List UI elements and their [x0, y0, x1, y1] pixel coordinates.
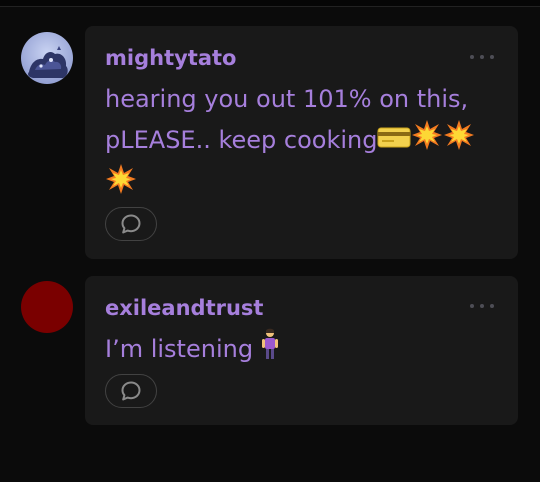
speech-bubble-icon [121, 214, 141, 234]
speech-bubble-icon [121, 381, 141, 401]
comment-card: exileandtrust I’m listening [85, 276, 518, 425]
comment-text: I’m listening [105, 328, 505, 372]
reply-button[interactable] [105, 374, 157, 408]
comment-text-content: I’m listening [105, 335, 254, 363]
more-options-icon[interactable] [470, 300, 494, 312]
comment-text: hearing you out 101% on this, pLEASE.. k… [105, 79, 505, 207]
person-standing-emoji-icon [261, 328, 279, 372]
avatar[interactable] [21, 281, 73, 333]
collision-emoji-icon [443, 119, 475, 163]
top-divider [0, 0, 540, 7]
credit-card-emoji-icon [377, 121, 411, 161]
comment-card: mightytato hearing you out 101% on this,… [85, 26, 518, 259]
reply-button[interactable] [105, 207, 157, 241]
collision-emoji-icon [105, 163, 137, 207]
collision-emoji-icon [411, 119, 443, 163]
comment-username[interactable]: exileandtrust [105, 296, 263, 320]
avatar-illustration-icon [21, 32, 73, 84]
more-options-icon[interactable] [470, 51, 494, 63]
comment-username[interactable]: mightytato [105, 46, 236, 70]
avatar[interactable] [21, 32, 73, 84]
